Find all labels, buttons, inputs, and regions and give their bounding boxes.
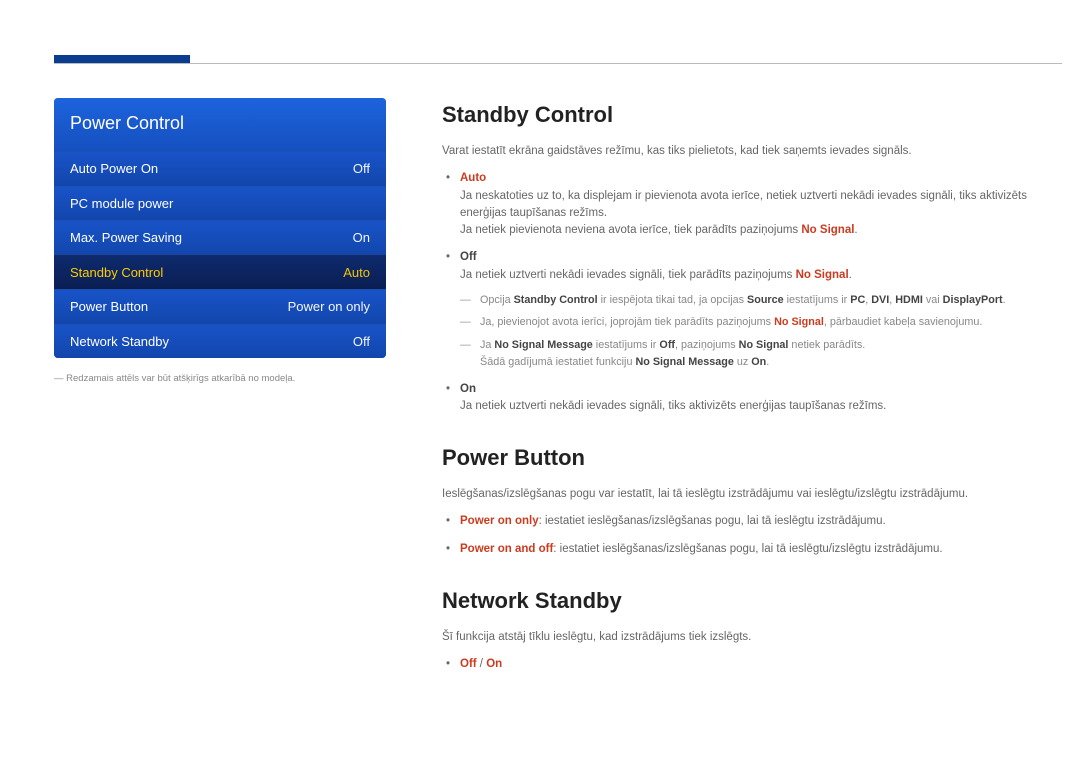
osd-value: On: [353, 228, 370, 248]
section-power-button: Power Button Ieslēgšanas/izslēgšanas pog…: [442, 441, 1062, 558]
osd-row-power-button[interactable]: Power Button Power on only: [54, 289, 386, 324]
osd-value: Off: [353, 332, 370, 352]
text: : iestatiet ieslēgšanas/izslēgšanas pogu…: [539, 515, 886, 527]
t: , paziņojums: [675, 339, 739, 351]
osd-panel: Power Control Auto Power On Off PC modul…: [54, 98, 386, 358]
section-standby-control: Standby Control Varat iestatīt ekrāna ga…: [442, 98, 1062, 415]
t: DVI: [871, 294, 889, 306]
t: .: [1003, 294, 1006, 306]
text: Ja netiek uztverti nekādi ievades signāl…: [460, 400, 886, 412]
highlight: No Signal: [801, 224, 854, 236]
t: HDMI: [895, 294, 923, 306]
t: No Signal Message: [494, 339, 592, 351]
t: Ja: [480, 339, 494, 351]
t: uz: [734, 356, 751, 368]
t: DisplayPort: [943, 294, 1003, 306]
osd-title: Power Control: [54, 98, 386, 151]
osd-label: Network Standby: [70, 332, 169, 352]
opt-on: On: [486, 658, 502, 670]
t: No Signal: [774, 316, 824, 328]
network-options: Off / On: [460, 656, 1062, 673]
standby-opt-on: On Ja netiek uztverti nekādi ievades sig…: [460, 381, 1062, 416]
osd-value: Off: [353, 159, 370, 179]
osd-label: Auto Power On: [70, 159, 158, 179]
t: iestatījums ir: [784, 294, 851, 306]
osd-row-pc-module-power[interactable]: PC module power: [54, 186, 386, 221]
standby-opt-auto: Auto Ja neskatoties uz to, ka displejam …: [460, 170, 1062, 239]
text: : iestatiet ieslēgšanas/izslēgšanas pogu…: [553, 543, 942, 555]
t: , pārbaudiet kabeļa savienojumu.: [824, 316, 982, 328]
network-intro: Šī funkcija atstāj tīklu ieslēgtu, kad i…: [442, 629, 1062, 646]
section-network-standby: Network Standby Šī funkcija atstāj tīklu…: [442, 584, 1062, 674]
note-line: Ja No Signal Message iestatījums ir Off,…: [480, 337, 1062, 370]
page-content: Power Control Auto Power On Off PC modul…: [0, 0, 1080, 699]
header-divider: [54, 63, 1062, 64]
text: Ja netiek pievienota neviena avota ierīc…: [460, 224, 801, 236]
t: Off: [659, 339, 675, 351]
osd-value: Power on only: [288, 297, 370, 317]
osd-row-auto-power-on[interactable]: Auto Power On Off: [54, 151, 386, 186]
standby-intro: Varat iestatīt ekrāna gaidstāves režīmu,…: [442, 143, 1062, 160]
opt-label: On: [460, 383, 476, 395]
t: No Signal Message: [635, 356, 733, 368]
heading-standby-control: Standby Control: [442, 98, 1062, 131]
opt-label: Power on and off: [460, 543, 553, 555]
t: On: [751, 356, 766, 368]
osd-row-network-standby[interactable]: Network Standby Off: [54, 324, 386, 359]
powerbutton-intro: Ieslēgšanas/izslēgšanas pogu var iestatī…: [442, 486, 1062, 503]
note-line: Ja, pievienojot avota ierīci, joprojām t…: [480, 314, 1062, 331]
image-note: Redzamais attēls var būt atšķirīgs atkar…: [54, 372, 386, 386]
opt-off: Off: [460, 658, 477, 670]
t: Opcija: [480, 294, 514, 306]
t: .: [766, 356, 769, 368]
text: Ja netiek uztverti nekādi ievades signāl…: [460, 269, 796, 281]
heading-network-standby: Network Standby: [442, 584, 1062, 617]
osd-label: Max. Power Saving: [70, 228, 182, 248]
heading-power-button: Power Button: [442, 441, 1062, 474]
t: netiek parādīts.: [788, 339, 865, 351]
t: Source: [747, 294, 784, 306]
t: Šādā gadījumā iestatiet funkciju: [480, 356, 635, 368]
osd-label: Standby Control: [70, 263, 163, 283]
opt-label: Power on only: [460, 515, 539, 527]
highlight: No Signal: [796, 269, 849, 281]
osd-label: Power Button: [70, 297, 148, 317]
opt-label: Auto: [460, 172, 486, 184]
text: .: [854, 224, 857, 236]
t: Standby Control: [514, 294, 598, 306]
osd-row-max-power-saving[interactable]: Max. Power Saving On: [54, 220, 386, 255]
t: No Signal: [739, 339, 789, 351]
standby-opt-off: Off Ja netiek uztverti nekādi ievades si…: [460, 249, 1062, 370]
osd-value: Auto: [343, 263, 370, 283]
powerbutton-opt2: Power on and off: iestatiet ieslēgšanas/…: [460, 541, 1062, 558]
note-line: Opcija Standby Control ir iespējota tika…: [480, 292, 1062, 309]
text: Ja neskatoties uz to, ka displejam ir pi…: [460, 190, 1027, 219]
left-column: Power Control Auto Power On Off PC modul…: [54, 98, 386, 699]
t: ir iespējota tikai tad, ja opcijas: [598, 294, 747, 306]
osd-label: PC module power: [70, 194, 173, 214]
text: .: [849, 269, 852, 281]
t: vai: [923, 294, 943, 306]
sep: /: [477, 658, 487, 670]
powerbutton-opt1: Power on only: iestatiet ieslēgšanas/izs…: [460, 513, 1062, 530]
opt-label: Off: [460, 251, 477, 263]
t: PC: [850, 294, 865, 306]
t: Ja, pievienojot avota ierīci, joprojām t…: [480, 316, 774, 328]
right-column: Standby Control Varat iestatīt ekrāna ga…: [442, 98, 1062, 699]
osd-row-standby-control[interactable]: Standby Control Auto: [54, 255, 386, 290]
t: iestatījums ir: [593, 339, 660, 351]
header-accent: [54, 55, 190, 63]
